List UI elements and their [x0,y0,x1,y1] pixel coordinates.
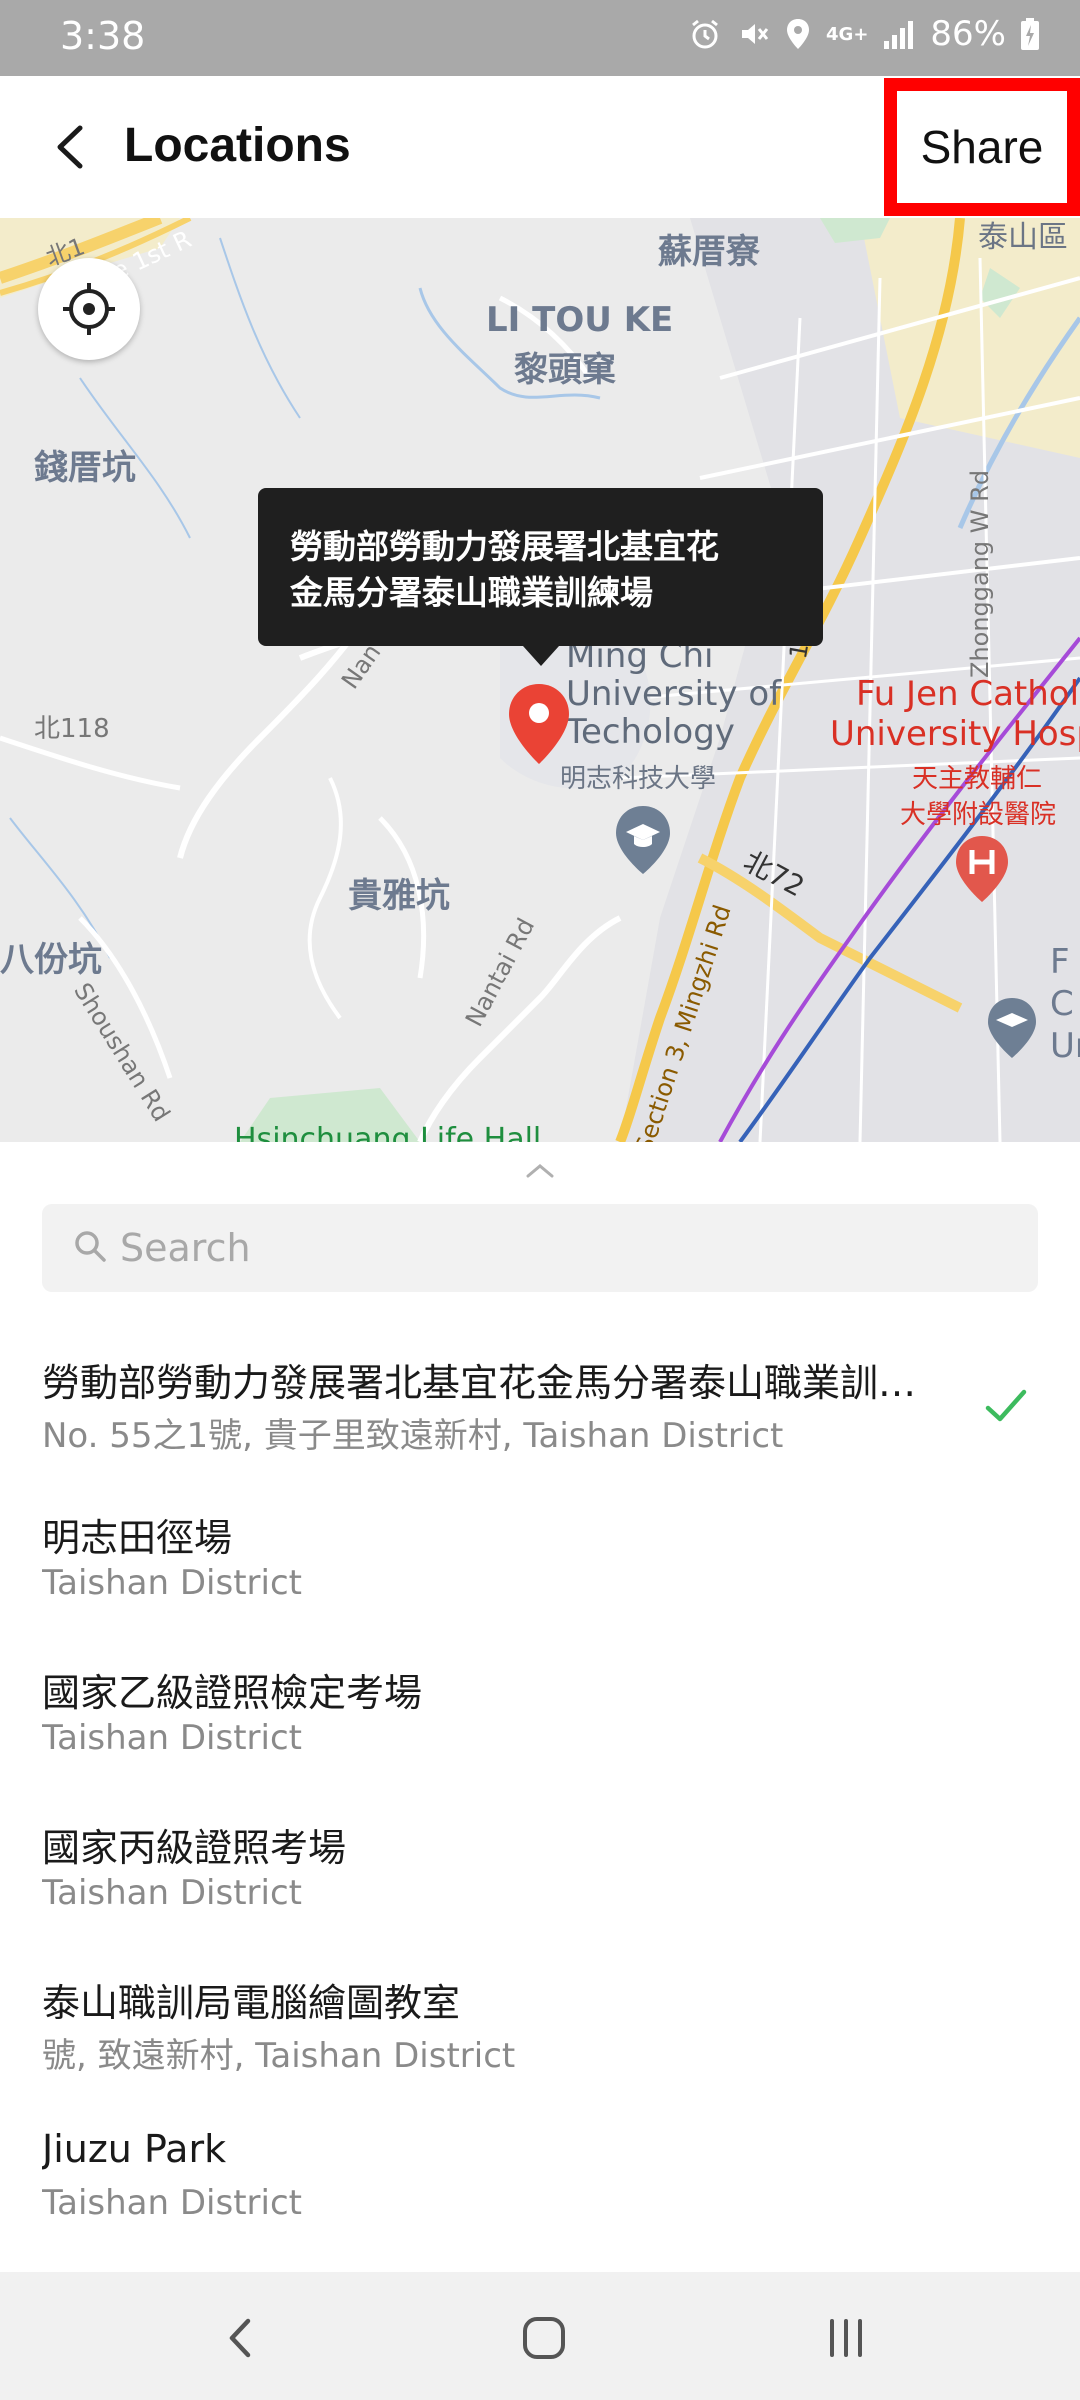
map-label-road-zhonggang: Zhonggang W Rd [966,469,994,678]
map-label-edge-c: C [1050,984,1074,1024]
my-location-button[interactable] [38,258,140,360]
map-label-hall: Hsinchuang Life Hall [234,1122,542,1142]
item-subtitle: Taishan District [42,1563,302,1603]
list-item[interactable]: 泰山職訓局電腦繪圖教室 號, 致遠新村, Taishan District [0,1954,1080,2109]
status-time: 3:38 [60,14,146,58]
location-pin-icon[interactable] [506,682,572,766]
location-tooltip[interactable]: 勞動部勞動力發展署北基宜花 金馬分署泰山職業訓練場 [258,488,823,646]
status-icons: 4G+ 86% [688,14,1040,54]
map-label-litouke-en: LI TOU KE [486,300,674,340]
item-subtitle: Taishan District [42,1718,302,1758]
map-label-taishan-district: 泰山區 [978,220,1068,255]
tooltip-line-1: 勞動部勞動力發展署北基宜花 [290,527,719,566]
check-icon [985,1389,1027,1422]
map-label-university-en-3: Techology [566,712,735,752]
map-label-bafenkeng: 八份坑 [0,940,102,980]
map-label-guiyakeng: 貴雅坑 [348,876,450,916]
nav-home-button[interactable] [504,2298,584,2378]
search-icon [75,1231,106,1262]
map-label-edge-un: Ur [1050,1026,1080,1066]
nav-home-icon [523,2317,565,2359]
map-view[interactable]: 蘇厝寮 泰山區 LI TOU KE 黎頭窠 錢厝坑 北118 貴雅坑 八份坑 S… [0,218,1080,1142]
battery-percent: 86% [930,14,1006,54]
map-label-road-bei118: 北118 [34,714,110,744]
item-title: 勞動部勞動力發展署北基宜花金馬分署泰山職業訓練場 [42,1361,942,1405]
item-title: 泰山職訓局電腦繪圖教室 [42,1981,461,2025]
list-item[interactable]: Jiuzu Park Taishan District [0,2109,1080,2264]
item-subtitle: Taishan District [42,1873,302,1913]
tooltip-arrow [523,646,559,666]
tooltip-line-2: 金馬分署泰山職業訓練場 [290,573,653,612]
signal-icon [884,21,914,49]
list-item[interactable]: 國家丙級證照考場 Taishan District [0,1799,1080,1954]
item-subtitle: Taishan District [42,2183,302,2223]
list-item[interactable]: 明志田徑場 Taishan District [0,1489,1080,1644]
list-item[interactable]: 勞動部勞動力發展署北基宜花金馬分署泰山職業訓練場 No. 55之1號, 貴子里致… [0,1334,1080,1489]
nav-recents-icon [830,2319,862,2357]
item-subtitle: 號, 致遠新村, Taishan District [42,2036,516,2076]
app-header: Locations Share [0,76,1080,218]
status-bar: 3:38 4G+ 86% [0,0,1080,76]
map-label-university-en-2: University of [566,674,782,714]
university-marker-icon[interactable] [612,804,674,876]
map-label-hospital-en-1: Fu Jen Cathol [856,674,1080,714]
location-list: 勞動部勞動力發展署北基宜花金馬分署泰山職業訓練場 No. 55之1號, 貴子里致… [0,1334,1080,2264]
hospital-marker-icon[interactable] [952,834,1012,904]
map-label-hospital-zh-1: 天主教輔仁 [912,764,1043,794]
item-subtitle: No. 55之1號, 貴子里致遠新村, Taishan District [42,1416,784,1456]
map-label-qiandunkeng: 錢厝坑 [34,448,136,488]
back-arrow-icon[interactable] [40,112,106,182]
mute-icon [742,24,769,44]
network-icon: 4G+ [826,23,869,45]
crosshair-icon [63,283,115,335]
item-title: 國家乙級證照檢定考場 [42,1671,423,1715]
map-label-hospital-en-2: University Hosp [830,714,1080,754]
school-marker-icon[interactable] [984,996,1040,1060]
alarm-icon [692,19,718,49]
search-input[interactable] [120,1204,1000,1292]
map-label-litouke-zh: 黎頭窠 [514,350,616,390]
item-title: 明志田徑場 [42,1516,233,1560]
nav-back-button[interactable] [200,2298,280,2378]
list-item[interactable]: 國家乙級證照檢定考場 Taishan District [0,1644,1080,1799]
search-bar[interactable] [42,1204,1038,1292]
location-icon [787,19,810,49]
battery-icon [1021,18,1039,50]
sheet-expand-chevron-icon[interactable] [522,1160,558,1182]
item-title: 國家丙級證照考場 [42,1826,347,1870]
system-nav-bar [0,2272,1080,2400]
map-label-university-zh: 明志科技大學 [560,764,717,794]
page-title: Locations [124,119,351,172]
nav-back-icon [229,2318,251,2358]
share-button[interactable]: Share [897,91,1067,203]
item-title: Jiuzu Park [42,2127,227,2171]
map-label-sulinliao: 蘇厝寮 [658,232,760,272]
nav-recents-button[interactable] [806,2298,886,2378]
map-label-edge-f: F [1050,942,1070,982]
map-label-hospital-zh-2: 大學附設醫院 [900,800,1057,830]
